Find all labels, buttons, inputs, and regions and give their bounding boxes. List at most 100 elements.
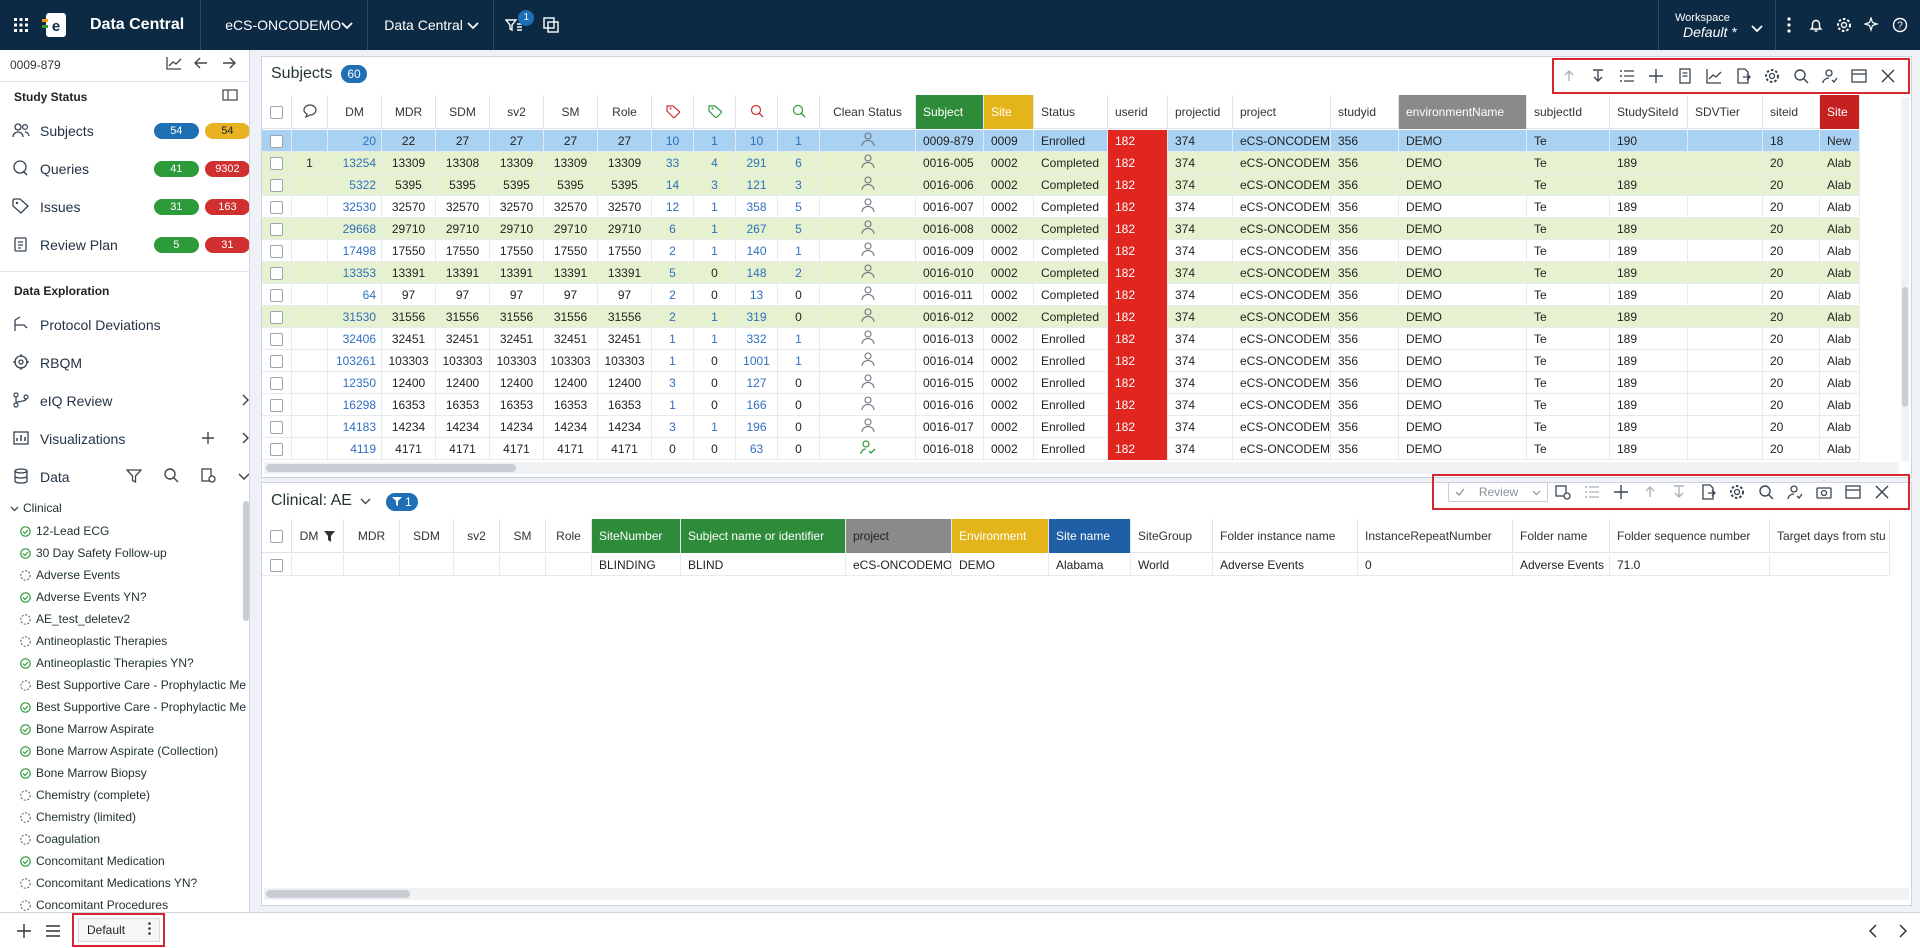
table-row[interactable]: 4119 4171 4171 4171 4171 4171 0 0 63 0 0016-018 000… (262, 438, 1860, 460)
column-header[interactable]: InstanceRepeatNumber (1358, 519, 1513, 553)
help-icon[interactable]: ? (1886, 0, 1914, 50)
status-item-queries[interactable]: Queries 41 9302 (0, 152, 249, 186)
table-cell[interactable]: 2 (652, 284, 694, 306)
sidebar-scrollbar[interactable] (243, 501, 249, 621)
status-item-subjects[interactable]: Subjects 54 54 (0, 114, 249, 148)
column-header[interactable]: MDR (344, 519, 400, 553)
tree-item[interactable]: Best Supportive Care - Prophylactic Me (20, 674, 246, 696)
table-cell[interactable]: 127 (736, 372, 778, 394)
column-header[interactable]: SM (500, 519, 546, 553)
plus-icon[interactable] (190, 431, 214, 447)
table-cell[interactable]: 0 (652, 438, 694, 460)
table-cell[interactable]: 1 (694, 196, 736, 218)
row-checkbox[interactable] (262, 328, 292, 350)
image-settings-icon[interactable] (1548, 478, 1577, 506)
table-cell[interactable]: 3 (778, 174, 820, 196)
table-cell[interactable]: 2 (778, 262, 820, 284)
column-header[interactable]: SDVTier (1688, 95, 1763, 129)
table-cell[interactable]: 3 (694, 174, 736, 196)
column-header[interactable]: StudySiteId (1610, 95, 1688, 129)
table-cell[interactable]: 166 (736, 394, 778, 416)
column-header[interactable]: Subject name or identifier (681, 519, 846, 553)
column-header[interactable]: SiteNumber (592, 519, 681, 553)
column-header[interactable]: Site (984, 95, 1034, 129)
app-grid-icon[interactable] (0, 0, 42, 50)
table-cell[interactable]: 196 (736, 416, 778, 438)
table-cell[interactable]: 5 (778, 196, 820, 218)
table-cell[interactable]: 0 (694, 394, 736, 416)
table-cell[interactable]: 1 (778, 130, 820, 152)
tree-item[interactable]: Coagulation (20, 828, 100, 850)
table-row[interactable]: 20 22 27 27 27 27 10 1 10 1 0009-879 0009 Enrolled 18… (262, 130, 1860, 152)
tree-item[interactable]: 30 Day Safety Follow-up (20, 542, 167, 564)
table-cell[interactable]: 0 (694, 438, 736, 460)
tree-root-clinical[interactable]: Clinical (10, 501, 62, 515)
table-cell[interactable]: 0 (694, 284, 736, 306)
add-tab-icon[interactable] (17, 924, 31, 941)
table-cell[interactable]: 6 (652, 218, 694, 240)
move-up-icon[interactable] (1554, 62, 1583, 90)
select-all-checkbox[interactable] (262, 95, 292, 129)
column-header[interactable]: Site name (1049, 519, 1131, 553)
table-cell[interactable]: 17498 (328, 240, 382, 262)
row-checkbox[interactable] (262, 174, 292, 196)
workspace-tab-default[interactable]: Default (78, 918, 160, 942)
table-row[interactable]: 32406 32451 32451 32451 32451 32451 1 1 332 1 0016… (262, 328, 1860, 350)
table-cell[interactable]: 148 (736, 262, 778, 284)
column-header[interactable]: Folder sequence number (1610, 519, 1770, 553)
row-checkbox[interactable] (262, 130, 292, 152)
row-checkbox[interactable] (262, 196, 292, 218)
table-cell[interactable]: 16298 (328, 394, 382, 416)
tree-item[interactable]: Antineoplastic Therapies (20, 630, 167, 652)
table-cell[interactable]: 2 (652, 306, 694, 328)
table-cell[interactable]: 1 (778, 350, 820, 372)
column-header[interactable]: SDM (436, 95, 490, 129)
document-settings-icon[interactable] (189, 468, 216, 486)
row-checkbox[interactable] (262, 394, 292, 416)
table-row[interactable]: 103261 103303 103303 103303 103303 103303 1 0 10… (262, 350, 1860, 372)
column-header[interactable]: SiteGroup (1131, 519, 1213, 553)
table-cell[interactable]: 14183 (328, 416, 382, 438)
table-cell[interactable]: 1 (694, 240, 736, 262)
trend-icon[interactable] (166, 56, 182, 73)
search-icon[interactable] (1751, 478, 1780, 506)
table-row[interactable]: 13353 13391 13391 13391 13391 13391 5 0 148 2 0016… (262, 262, 1860, 284)
table-cell[interactable]: 1 (694, 130, 736, 152)
tree-item[interactable]: Bone Marrow Aspirate (Collection) (20, 740, 218, 762)
module-selector[interactable]: Data Central (368, 0, 493, 50)
table-cell[interactable]: 3 (652, 372, 694, 394)
sparkle-icon[interactable] (1858, 0, 1886, 50)
tree-item[interactable]: Adverse Events YN? (20, 586, 147, 608)
column-header[interactable]: Folder instance name (1213, 519, 1358, 553)
chevron-right-icon[interactable] (230, 393, 249, 409)
close-icon[interactable] (1873, 62, 1902, 90)
table-cell[interactable]: 13 (736, 284, 778, 306)
table-cell[interactable]: 1001 (736, 350, 778, 372)
row-checkbox[interactable] (262, 416, 292, 438)
table-cell[interactable]: 1 (778, 328, 820, 350)
table-cell[interactable]: 1 (652, 328, 694, 350)
column-header[interactable]: SDM (400, 519, 454, 553)
table-cell[interactable]: 291 (736, 152, 778, 174)
settings-icon[interactable] (1757, 62, 1786, 90)
table-cell[interactable]: 32406 (328, 328, 382, 350)
move-down-icon[interactable] (1583, 62, 1612, 90)
window-icon[interactable] (1838, 478, 1867, 506)
column-header[interactable]: Target days from stu (1770, 519, 1890, 553)
nav-data[interactable]: Data (0, 460, 249, 494)
workspace-selector[interactable]: Workspace Default * (1659, 0, 1765, 50)
column-header[interactable]: project (1233, 95, 1331, 129)
settings-icon[interactable] (1722, 478, 1751, 506)
table-cell[interactable]: 4 (694, 152, 736, 174)
row-checkbox[interactable] (262, 262, 292, 284)
table-row[interactable]: 17498 17550 17550 17550 17550 17550 2 1 140 1 0016… (262, 240, 1860, 262)
tree-item[interactable]: 12-Lead ECG (20, 520, 109, 542)
row-checkbox[interactable] (262, 350, 292, 372)
filter-list-button[interactable]: 1 (494, 0, 535, 50)
column-header[interactable]: projectid (1168, 95, 1233, 129)
table-cell[interactable]: 0 (694, 262, 736, 284)
horizontal-scroll-track[interactable] (264, 462, 1899, 474)
table-cell[interactable]: 1 (694, 328, 736, 350)
table-cell[interactable]: 0 (778, 438, 820, 460)
table-cell[interactable]: 0 (778, 372, 820, 394)
